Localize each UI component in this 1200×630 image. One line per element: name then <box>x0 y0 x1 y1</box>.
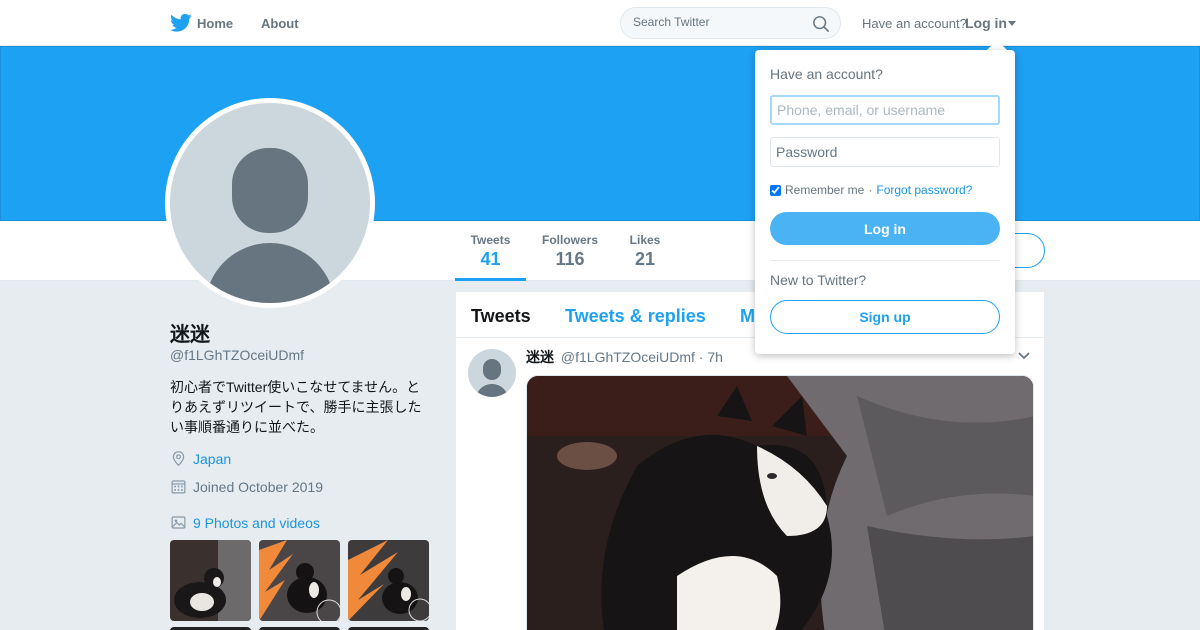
remember-me-checkbox[interactable] <box>770 184 781 196</box>
photos-videos-link[interactable]: 9 Photos and videos <box>193 515 320 531</box>
stat-followers-count: 116 <box>555 249 585 269</box>
tweet-photo[interactable] <box>526 375 1034 630</box>
signup-button[interactable]: Sign up <box>770 300 1000 334</box>
dropdown-arrow <box>987 40 1007 50</box>
stat-likes-label: Likes <box>629 233 661 247</box>
search-icon[interactable] <box>812 15 830 33</box>
profile-joined: Joined October 2019 <box>170 478 323 495</box>
login-menu-button[interactable]: Log in <box>965 15 1007 31</box>
separator-dot: · <box>868 183 873 197</box>
stat-followers[interactable]: Followers 116 <box>535 233 605 270</box>
top-nav: Home About Have an account? Log in <box>0 0 1200 46</box>
calendar-icon <box>171 480 186 494</box>
tweet-header: 迷迷 @f1LGhTZOceiUDmf · 7h <box>526 347 723 367</box>
profile-name[interactable]: 迷迷 <box>170 318 210 347</box>
login-dropdown-title: Have an account? <box>770 66 883 82</box>
profile-handle[interactable]: @f1LGhTZOceiUDmf <box>170 347 304 363</box>
stat-likes[interactable]: Likes 21 <box>620 233 670 270</box>
caret-down-icon[interactable] <box>1008 21 1016 26</box>
chevron-down-icon[interactable] <box>1018 352 1030 360</box>
search-box <box>620 7 841 39</box>
photo-thumbnail[interactable] <box>170 540 251 621</box>
login-dropdown: Have an account? Remember me · Forgot pa… <box>755 50 1015 354</box>
remember-me-label[interactable]: Remember me <box>785 183 864 197</box>
joined-date: Joined October 2019 <box>193 478 323 495</box>
tweet-author-name[interactable]: 迷迷 <box>526 349 554 365</box>
profile-avatar[interactable] <box>165 98 375 308</box>
have-account-text: Have an account? <box>862 16 967 31</box>
username-field[interactable] <box>770 95 1000 125</box>
new-to-twitter-text: New to Twitter? <box>770 272 867 288</box>
forgot-password-link[interactable]: Forgot password? <box>876 183 972 197</box>
default-avatar-icon <box>205 148 335 303</box>
tab-tweets[interactable]: Tweets <box>471 306 531 327</box>
tweet-author-handle[interactable]: @f1LGhTZOceiUDmf <box>561 349 695 365</box>
photo-thumbnail[interactable] <box>259 540 340 621</box>
stat-tweets-count: 41 <box>480 249 501 269</box>
profile-location: Japan <box>170 450 231 467</box>
tweet-timestamp[interactable]: · 7h <box>699 349 723 365</box>
search-input[interactable] <box>633 15 803 29</box>
login-button[interactable]: Log in <box>770 212 1000 245</box>
stat-likes-count: 21 <box>634 249 656 269</box>
profile-bio: 初心者でTwitter使いこなせてません。とりあえずリツイートで、勝手に主張した… <box>170 379 422 435</box>
photos-videos[interactable]: 9 Photos and videos <box>170 514 320 531</box>
tweet-avatar[interactable] <box>468 349 516 397</box>
tab-tweets-replies[interactable]: Tweets & replies <box>565 306 706 327</box>
location-link[interactable]: Japan <box>193 451 231 467</box>
stat-followers-label: Followers <box>541 233 598 247</box>
nav-home-link[interactable]: Home <box>197 16 233 31</box>
image-icon <box>171 516 186 529</box>
tab-media[interactable]: M <box>740 306 755 327</box>
nav-about-link[interactable]: About <box>261 16 299 31</box>
remember-me-row: Remember me · Forgot password? <box>770 183 972 197</box>
twitter-bird-icon[interactable] <box>170 13 192 33</box>
password-field[interactable] <box>770 137 1000 167</box>
location-pin-icon <box>172 451 185 467</box>
stat-tweets-label: Tweets <box>470 233 511 247</box>
photo-thumbnail[interactable] <box>348 540 429 621</box>
divider <box>770 260 1000 261</box>
stat-tweets[interactable]: Tweets 41 <box>455 233 526 281</box>
